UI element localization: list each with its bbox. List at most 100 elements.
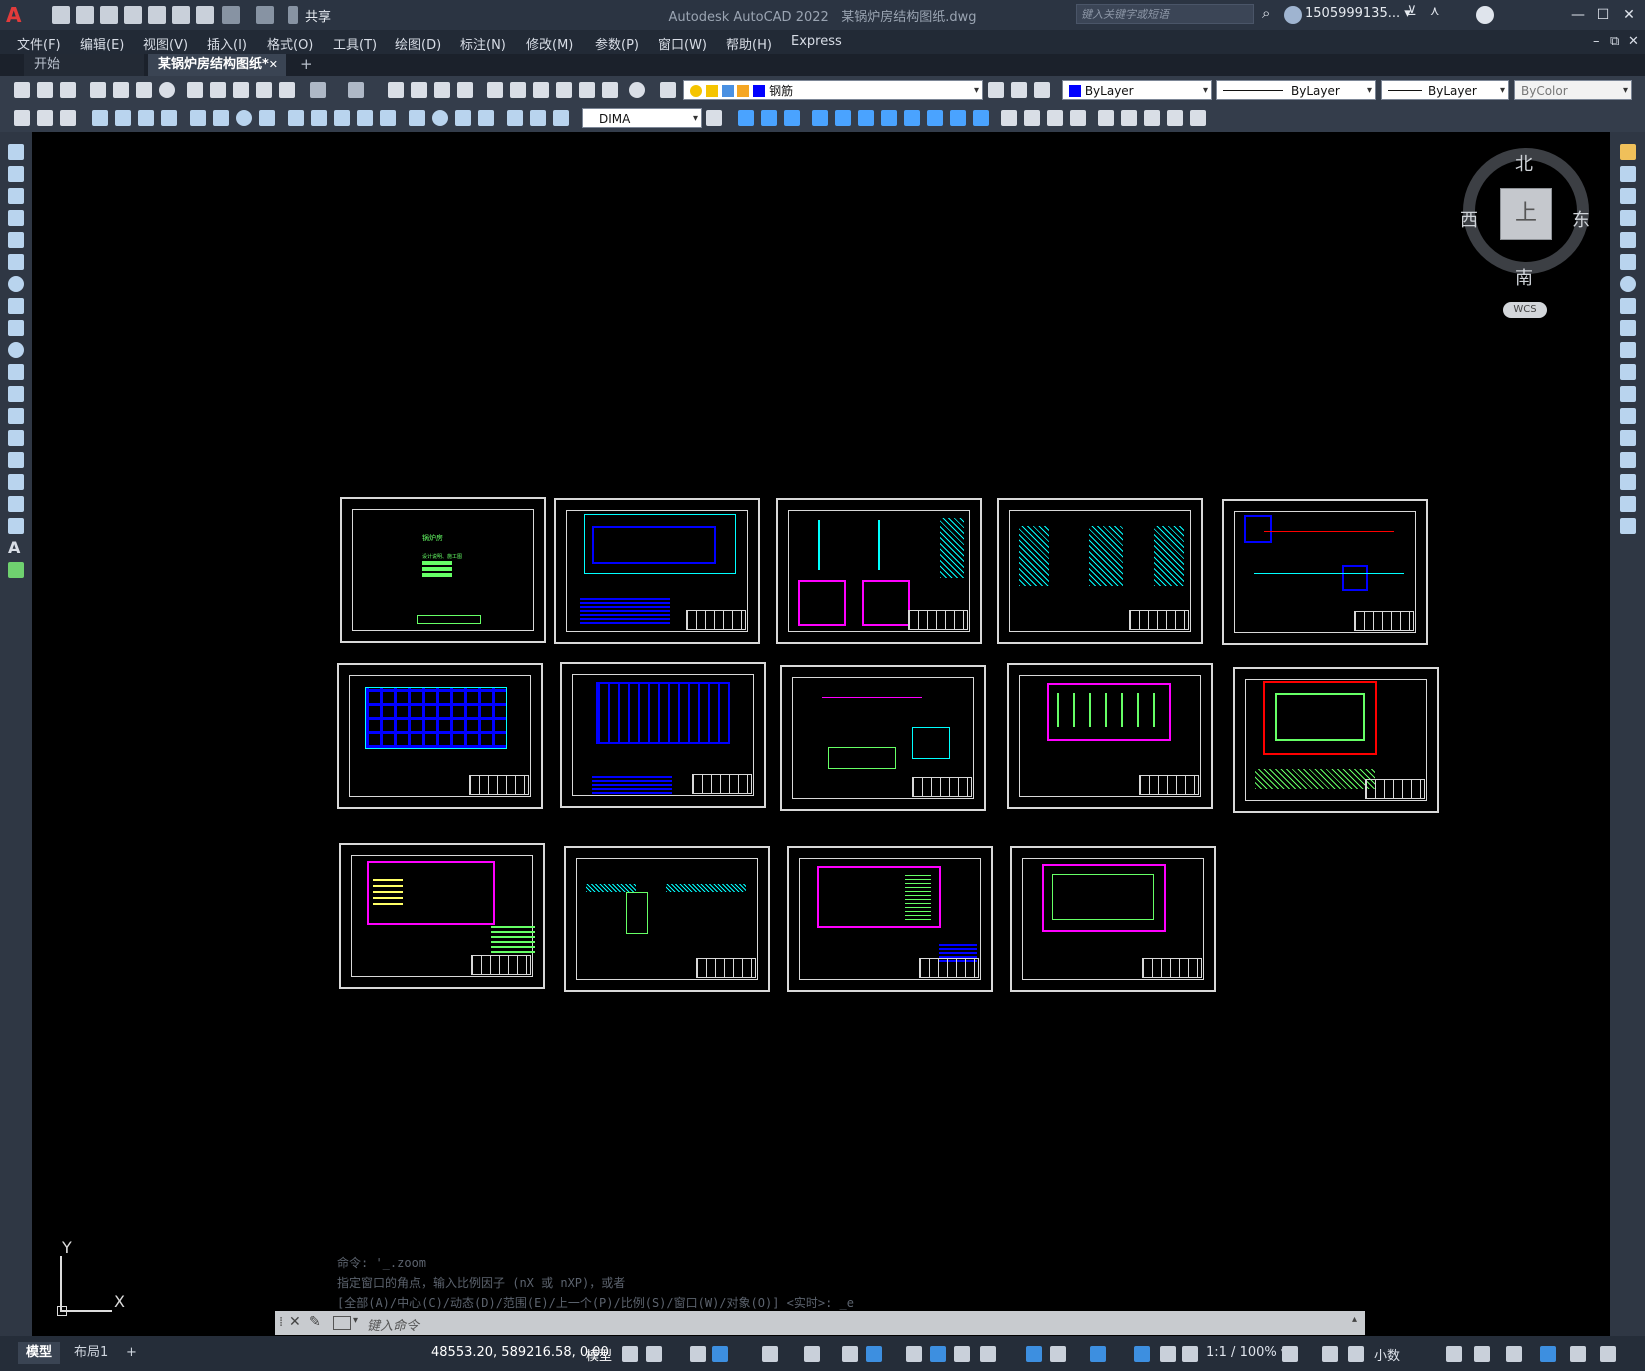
dynamic-ucs-icon[interactable] bbox=[1026, 1346, 1042, 1362]
zoom-realtime-icon[interactable] bbox=[411, 82, 427, 98]
drawing-sheet[interactable] bbox=[1222, 499, 1428, 645]
baseline-dim-icon[interactable] bbox=[311, 110, 327, 126]
viewcube-top-face[interactable]: 上 bbox=[1500, 188, 1552, 240]
chevron-down-icon[interactable]: ▾ bbox=[353, 1315, 358, 1326]
annotation-scale-value[interactable]: 1:1 / 100% ▾ bbox=[1206, 1345, 1287, 1360]
menu-insert[interactable]: 插入(I) bbox=[207, 34, 247, 53]
dimstyle-manager-icon[interactable] bbox=[706, 110, 722, 126]
tab-layout1[interactable]: 布局1 bbox=[66, 1342, 116, 1364]
extend-icon[interactable] bbox=[1620, 364, 1636, 380]
copy-object-icon[interactable] bbox=[761, 110, 777, 126]
construction-line-icon[interactable] bbox=[8, 166, 24, 182]
share-button[interactable]: 共享 bbox=[305, 6, 331, 25]
drawing-sheet[interactable] bbox=[337, 663, 543, 809]
cursor-coordinates[interactable]: 48553.20, 589216.58, 0.00 bbox=[431, 1345, 609, 1360]
dimedit-icon[interactable] bbox=[507, 110, 523, 126]
ordinate-dim-icon[interactable] bbox=[161, 110, 177, 126]
object-snap-icon[interactable] bbox=[866, 1346, 882, 1362]
tool-palettes-icon[interactable] bbox=[533, 82, 549, 98]
line-icon[interactable] bbox=[8, 144, 24, 160]
layer-previous-icon[interactable] bbox=[1011, 82, 1027, 98]
drawing-sheet[interactable] bbox=[1233, 667, 1439, 813]
minimize-button[interactable]: — bbox=[1567, 5, 1589, 25]
rotate-icon[interactable] bbox=[1620, 276, 1636, 292]
drawing-sheet[interactable] bbox=[564, 846, 770, 992]
quick-dim-icon[interactable] bbox=[14, 110, 30, 126]
join-icon[interactable] bbox=[1024, 110, 1040, 126]
annotation-scale-icon[interactable] bbox=[1182, 1346, 1198, 1362]
drawing-sheet[interactable] bbox=[560, 662, 766, 808]
snap-icon[interactable] bbox=[646, 1346, 662, 1362]
annotation-visibility-icon[interactable] bbox=[1134, 1346, 1150, 1362]
menu-format[interactable]: 格式(O) bbox=[267, 34, 313, 53]
object-snap-tracking-icon[interactable] bbox=[842, 1346, 858, 1362]
mirror-icon[interactable] bbox=[784, 110, 800, 126]
table-icon[interactable] bbox=[8, 518, 24, 534]
menu-dimension[interactable]: 标注(N) bbox=[460, 34, 506, 53]
model-space-toggle[interactable]: 模型 bbox=[586, 1345, 612, 1364]
array-icon[interactable] bbox=[1620, 232, 1636, 248]
qnew-icon[interactable] bbox=[14, 82, 30, 98]
dim-space-icon[interactable] bbox=[357, 110, 373, 126]
tab-start[interactable]: 开始 bbox=[24, 54, 144, 76]
tab-close-icon[interactable]: ✕ bbox=[269, 54, 278, 76]
dimstyle-dropdown[interactable]: DIMA ▾ bbox=[582, 108, 702, 128]
drawing-sheet[interactable] bbox=[776, 498, 982, 644]
new-tab-button[interactable]: + bbox=[300, 55, 313, 73]
3d-osnap-icon[interactable] bbox=[980, 1346, 996, 1362]
user-icon[interactable] bbox=[1284, 6, 1302, 24]
center-mark-icon[interactable] bbox=[432, 110, 448, 126]
mirror-icon[interactable] bbox=[1620, 188, 1636, 204]
recent-commands-icon[interactable] bbox=[333, 1316, 351, 1330]
drawing-sheet[interactable] bbox=[554, 498, 760, 644]
save-icon[interactable] bbox=[100, 6, 118, 24]
gizmo-icon[interactable] bbox=[1090, 1346, 1106, 1362]
menu-help[interactable]: 帮助(H) bbox=[726, 34, 772, 53]
workspace-gear-icon[interactable] bbox=[1282, 1346, 1298, 1362]
user-account[interactable]: 1505999135... ▾ bbox=[1305, 6, 1411, 21]
connect-icon[interactable]: ⋏ bbox=[1430, 4, 1448, 22]
menu-modify[interactable]: 修改(M) bbox=[526, 34, 573, 53]
customization-menu-icon[interactable] bbox=[1600, 1346, 1616, 1362]
fillet-icon[interactable] bbox=[1070, 110, 1086, 126]
graphics-performance-icon[interactable] bbox=[1540, 1346, 1556, 1362]
angular-dim-icon[interactable] bbox=[259, 110, 275, 126]
lineweight-icon[interactable] bbox=[906, 1346, 922, 1362]
dim-update-icon[interactable] bbox=[37, 110, 53, 126]
save-as-icon[interactable] bbox=[124, 6, 142, 24]
match-properties-icon[interactable] bbox=[256, 82, 272, 98]
markup-icon[interactable] bbox=[579, 82, 595, 98]
cart-icon[interactable]: ⊻ bbox=[1407, 4, 1425, 22]
menu-draw[interactable]: 绘图(D) bbox=[395, 34, 441, 53]
aligned-dim-icon[interactable] bbox=[115, 110, 131, 126]
zoom-window-icon[interactable] bbox=[434, 82, 450, 98]
menu-edit[interactable]: 编辑(E) bbox=[80, 34, 124, 53]
jogged-linear-icon[interactable] bbox=[478, 110, 494, 126]
tolerance-icon[interactable] bbox=[409, 110, 425, 126]
auto-scale-icon[interactable] bbox=[1160, 1346, 1176, 1362]
copy-icon[interactable] bbox=[1620, 166, 1636, 182]
command-line[interactable]: ⁞ ✕ ✎ ▾ 键入命令 ▴ bbox=[275, 1311, 1365, 1335]
align-icon[interactable] bbox=[1167, 110, 1183, 126]
copy-icon[interactable] bbox=[210, 82, 226, 98]
circle-icon[interactable] bbox=[8, 276, 24, 292]
clean-screen-icon[interactable] bbox=[1570, 1346, 1586, 1362]
layer-dropdown[interactable]: 钢筋 ▾ bbox=[683, 80, 983, 100]
units-icon[interactable] bbox=[1348, 1346, 1364, 1362]
quick-properties-icon[interactable] bbox=[1446, 1346, 1462, 1362]
inspection-icon[interactable] bbox=[455, 110, 471, 126]
web-icon[interactable] bbox=[159, 82, 175, 98]
offset-icon[interactable] bbox=[1620, 210, 1636, 226]
publish-icon[interactable] bbox=[148, 6, 166, 24]
polar-tracking-icon[interactable] bbox=[762, 1346, 778, 1362]
dim-update2-icon[interactable] bbox=[553, 110, 569, 126]
doc-restore-icon[interactable]: ⧉ bbox=[1610, 34, 1619, 49]
redo-icon[interactable] bbox=[348, 82, 364, 98]
jogged-dim-icon[interactable] bbox=[213, 110, 229, 126]
export-icon[interactable] bbox=[172, 6, 190, 24]
spline-icon[interactable] bbox=[8, 320, 24, 336]
pedit-icon[interactable] bbox=[1190, 110, 1206, 126]
chevron-up-icon[interactable]: ▴ bbox=[1352, 1314, 1357, 1325]
maximize-button[interactable]: ☐ bbox=[1592, 5, 1614, 25]
search-input[interactable]: 键入关键字或短语 bbox=[1076, 4, 1254, 24]
